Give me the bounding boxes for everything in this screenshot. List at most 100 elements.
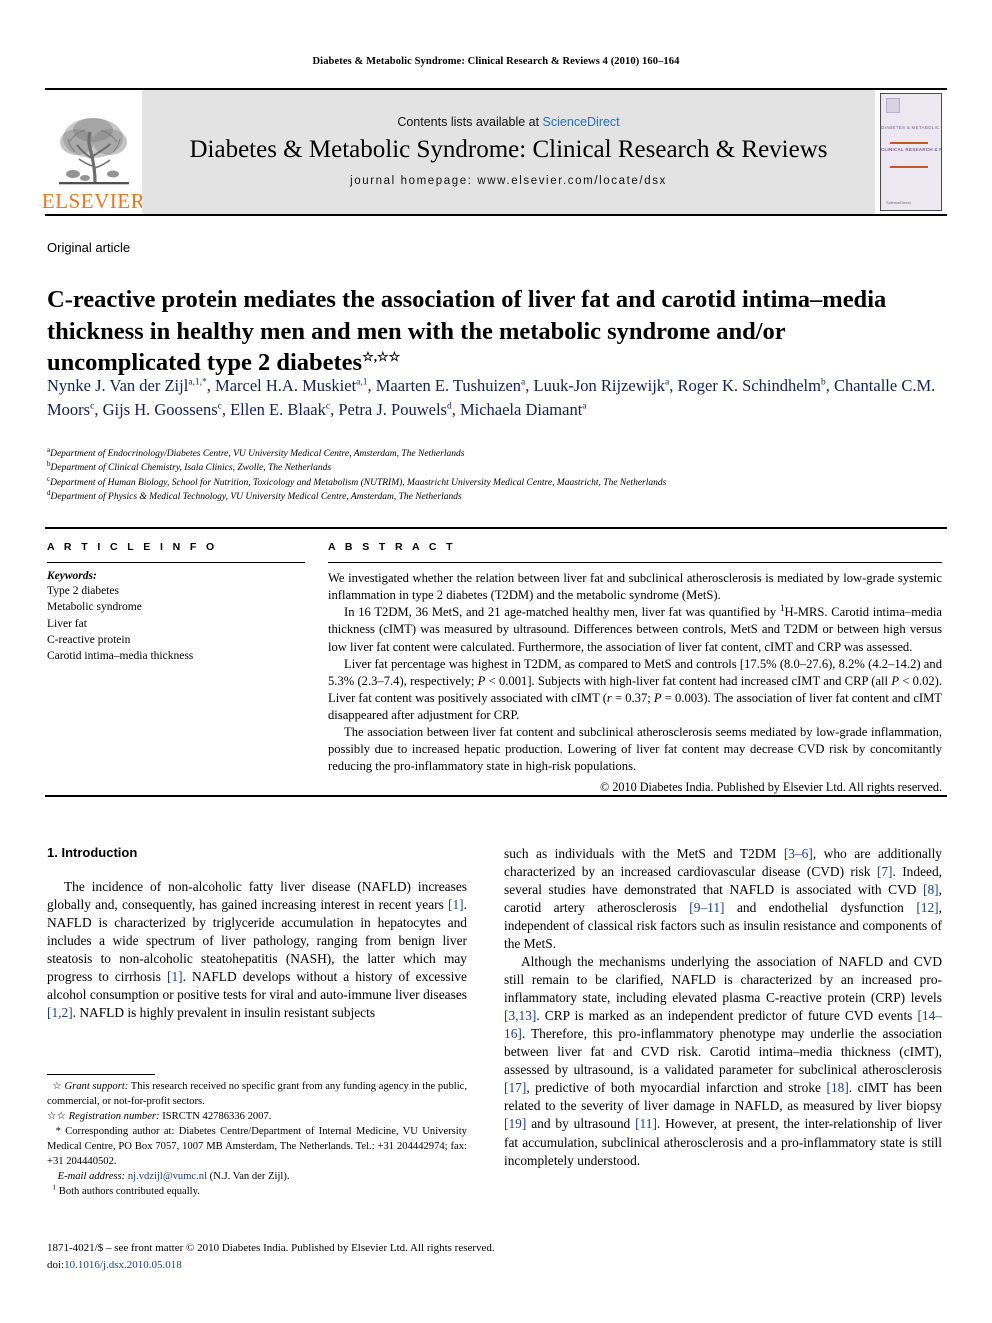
affiliation-item: aDepartment of Endocrinology/Diabetes Ce… — [47, 446, 942, 461]
footnote-grant: ☆ Grant support: This research received … — [47, 1079, 467, 1109]
abstract-copyright: © 2010 Diabetes India. Published by Else… — [600, 779, 942, 794]
abstract-paragraph: We investigated whether the relation bet… — [328, 571, 942, 603]
cover-footer-text: ScienceDirect — [886, 200, 911, 205]
citation-ref[interactable]: [11] — [635, 1116, 657, 1131]
doi-prefix: doi: — [47, 1258, 65, 1271]
elsevier-logo: ELSEVIER — [41, 90, 146, 214]
abstract-body: We investigated whether the relation bet… — [328, 570, 942, 795]
cover-logo-box — [886, 98, 900, 113]
contents-available-line: Contents lists available at ScienceDirec… — [397, 115, 619, 129]
footnote-mark-corresponding: * — [55, 1126, 61, 1138]
elsevier-tree-icon — [54, 112, 133, 190]
affiliation-text: Department of Human Biology, School for … — [50, 477, 667, 488]
journal-homepage-line[interactable]: journal homepage: www.elsevier.com/locat… — [350, 175, 667, 187]
abstract-heading: A B S T R A C T — [328, 541, 456, 553]
author-list: Nynke J. Van der Zijla,1,*, Marcel H.A. … — [47, 376, 936, 419]
cover-band-subtitle: CLINICAL RESEARCH & REVIEWS — [881, 147, 941, 152]
sciencedirect-link[interactable]: ScienceDirect — [543, 115, 620, 129]
abstract-section: A B S T R A C T We investigated whether … — [328, 541, 942, 795]
abstract-paragraph: In 16 T2DM, 36 MetS, and 21 age-matched … — [328, 603, 943, 654]
running-head: Diabetes & Metabolic Syndrome: Clinical … — [312, 56, 680, 67]
footnote-email: E-mail address: nj.vdzijl@vumc.nl (N.J. … — [47, 1169, 467, 1184]
title-footnote-marks: ☆,☆☆ — [362, 348, 401, 364]
article-info-heading: A R T I C L E I N F O — [47, 541, 218, 553]
rule-below-abstract — [45, 795, 947, 797]
introduction-right-text: such as individuals with the MetS and T2… — [504, 845, 942, 1170]
footnote-registration-text: ISRCTN 42786336 2007. — [159, 1111, 272, 1123]
citation-ref[interactable]: [14–16] — [504, 1008, 942, 1041]
footnote-registration: ☆☆ Registration number: ISRCTN 42786336 … — [47, 1109, 467, 1124]
affiliation-item: bDepartment of Clinical Chemistry, Isala… — [47, 461, 942, 475]
issn-copyright-line: 1871-4021/$ – see front matter © 2010 Di… — [47, 1242, 495, 1254]
list-item: Metabolic syndrome — [47, 601, 142, 614]
email-suffix: (N.J. Van der Zijl). — [207, 1171, 290, 1183]
elsevier-wordmark: ELSEVIER — [41, 189, 146, 213]
footnote-equal-text: Both authors contributed equally. — [58, 1186, 200, 1198]
paragraph: The incidence of non-alcoholic fatty liv… — [47, 879, 467, 1021]
footnote-mark-equal: 1 — [52, 1182, 57, 1192]
keyword-list: Type 2 diabetes Metabolic syndrome Liver… — [47, 583, 305, 665]
keywords-label: Keywords: — [47, 570, 97, 582]
cover-band-title: DIABETES & METABOLIC SYNDROME — [881, 125, 941, 130]
citation-ref[interactable]: [1,2] — [47, 1005, 73, 1020]
cover-rule-top — [890, 142, 928, 144]
introduction-left-text: The incidence of non-alcoholic fatty liv… — [47, 878, 467, 1022]
paragraph: Although the mechanisms underlying the a… — [504, 954, 943, 1168]
body-column-right: such as individuals with the MetS and T2… — [504, 845, 942, 1170]
footnote-list: ☆ Grant support: This research received … — [47, 1079, 467, 1199]
journal-title: Diabetes & Metabolic Syndrome: Clinical … — [189, 136, 828, 164]
citation-ref[interactable]: [19] — [504, 1116, 526, 1131]
affiliation-text: Department of Endocrinology/Diabetes Cen… — [50, 449, 465, 459]
citation-ref[interactable]: [18] — [826, 1080, 848, 1095]
article-type-label: Original article — [47, 240, 131, 255]
doi-link[interactable]: 10.1016/j.dsx.2010.05.018 — [64, 1259, 182, 1271]
affiliation-list: aDepartment of Endocrinology/Diabetes Ce… — [47, 446, 942, 505]
citation-ref[interactable]: [3–6] — [784, 846, 813, 861]
footnote-registration-label: Registration number: — [68, 1111, 160, 1123]
masthead-center: Contents lists available at ScienceDirec… — [142, 90, 875, 214]
article-info-divider — [47, 562, 305, 563]
footnote-corresponding: * Corresponding author at: Diabetes Cent… — [47, 1124, 467, 1169]
email-link[interactable]: nj.vdzijl@vumc.nl — [128, 1171, 207, 1182]
citation-ref[interactable]: [3,13] — [504, 1008, 536, 1023]
journal-masthead: ELSEVIER Contents lists available at Sci… — [41, 88, 947, 214]
page-title: C-reactive protein mediates the associat… — [47, 284, 942, 378]
bottom-matter: 1871-4021/$ – see front matter © 2010 Di… — [47, 1240, 647, 1273]
journal-cover-cell: DIABETES & METABOLIC SYNDROME CLINICAL R… — [875, 90, 947, 214]
citation-ref[interactable]: [17] — [504, 1080, 526, 1095]
journal-cover-thumbnail: DIABETES & METABOLIC SYNDROME CLINICAL R… — [880, 93, 942, 211]
abstract-divider — [328, 562, 942, 563]
footnote-mark-registration: ☆☆ — [47, 1111, 66, 1123]
list-item: Carotid intima–media thickness — [47, 650, 194, 663]
footnote-corresponding-text: Corresponding author at: Diabetes Centre… — [47, 1126, 467, 1168]
citation-ref[interactable]: [1] — [167, 969, 183, 984]
citation-ref[interactable]: [12] — [916, 900, 938, 915]
cover-rule-bottom — [890, 166, 928, 168]
footnote-equal-contribution: 1 Both authors contributed equally. — [47, 1182, 467, 1199]
body-column-left: 1. Introduction The incidence of non-alc… — [47, 845, 467, 1022]
list-item: Type 2 diabetes — [47, 585, 120, 597]
footnote-mark-grant: ☆ — [52, 1081, 62, 1092]
article-info-section: A R T I C L E I N F O Keywords: Type 2 d… — [47, 541, 305, 665]
citation-ref[interactable]: [1] — [448, 897, 464, 912]
list-item: Liver fat — [47, 617, 87, 630]
affiliation-item: cDepartment of Human Biology, School for… — [47, 475, 942, 490]
journal-article-page: Diabetes & Metabolic Syndrome: Clinical … — [0, 0, 992, 1323]
affiliation-item: dDepartment of Physics & Medical Technol… — [47, 490, 942, 504]
affiliation-text: Department of Clinical Chemistry, Isala … — [50, 463, 332, 474]
paragraph: such as individuals with the MetS and T2… — [504, 846, 942, 952]
citation-ref[interactable]: [9–11] — [689, 900, 724, 915]
paper-title-text: C-reactive protein mediates the associat… — [47, 286, 887, 377]
rule-under-masthead — [45, 214, 947, 216]
abstract-paragraph: Liver fat percentage was highest in T2DM… — [328, 656, 943, 722]
doi-line: doi:10.1016/j.dsx.2010.05.018 — [47, 1257, 647, 1274]
citation-ref[interactable]: [8] — [923, 882, 939, 897]
citation-ref[interactable]: [7] — [877, 864, 893, 879]
rule-above-article-info — [45, 527, 947, 529]
footnote-divider — [47, 1074, 155, 1075]
section-heading-introduction: 1. Introduction — [47, 845, 138, 860]
list-item: C-reactive protein — [47, 633, 131, 646]
footnote-grant-label: Grant support: — [64, 1081, 129, 1092]
footnotes-block: ☆ Grant support: This research received … — [47, 1074, 467, 1199]
email-label: E-mail address: — [57, 1171, 126, 1183]
